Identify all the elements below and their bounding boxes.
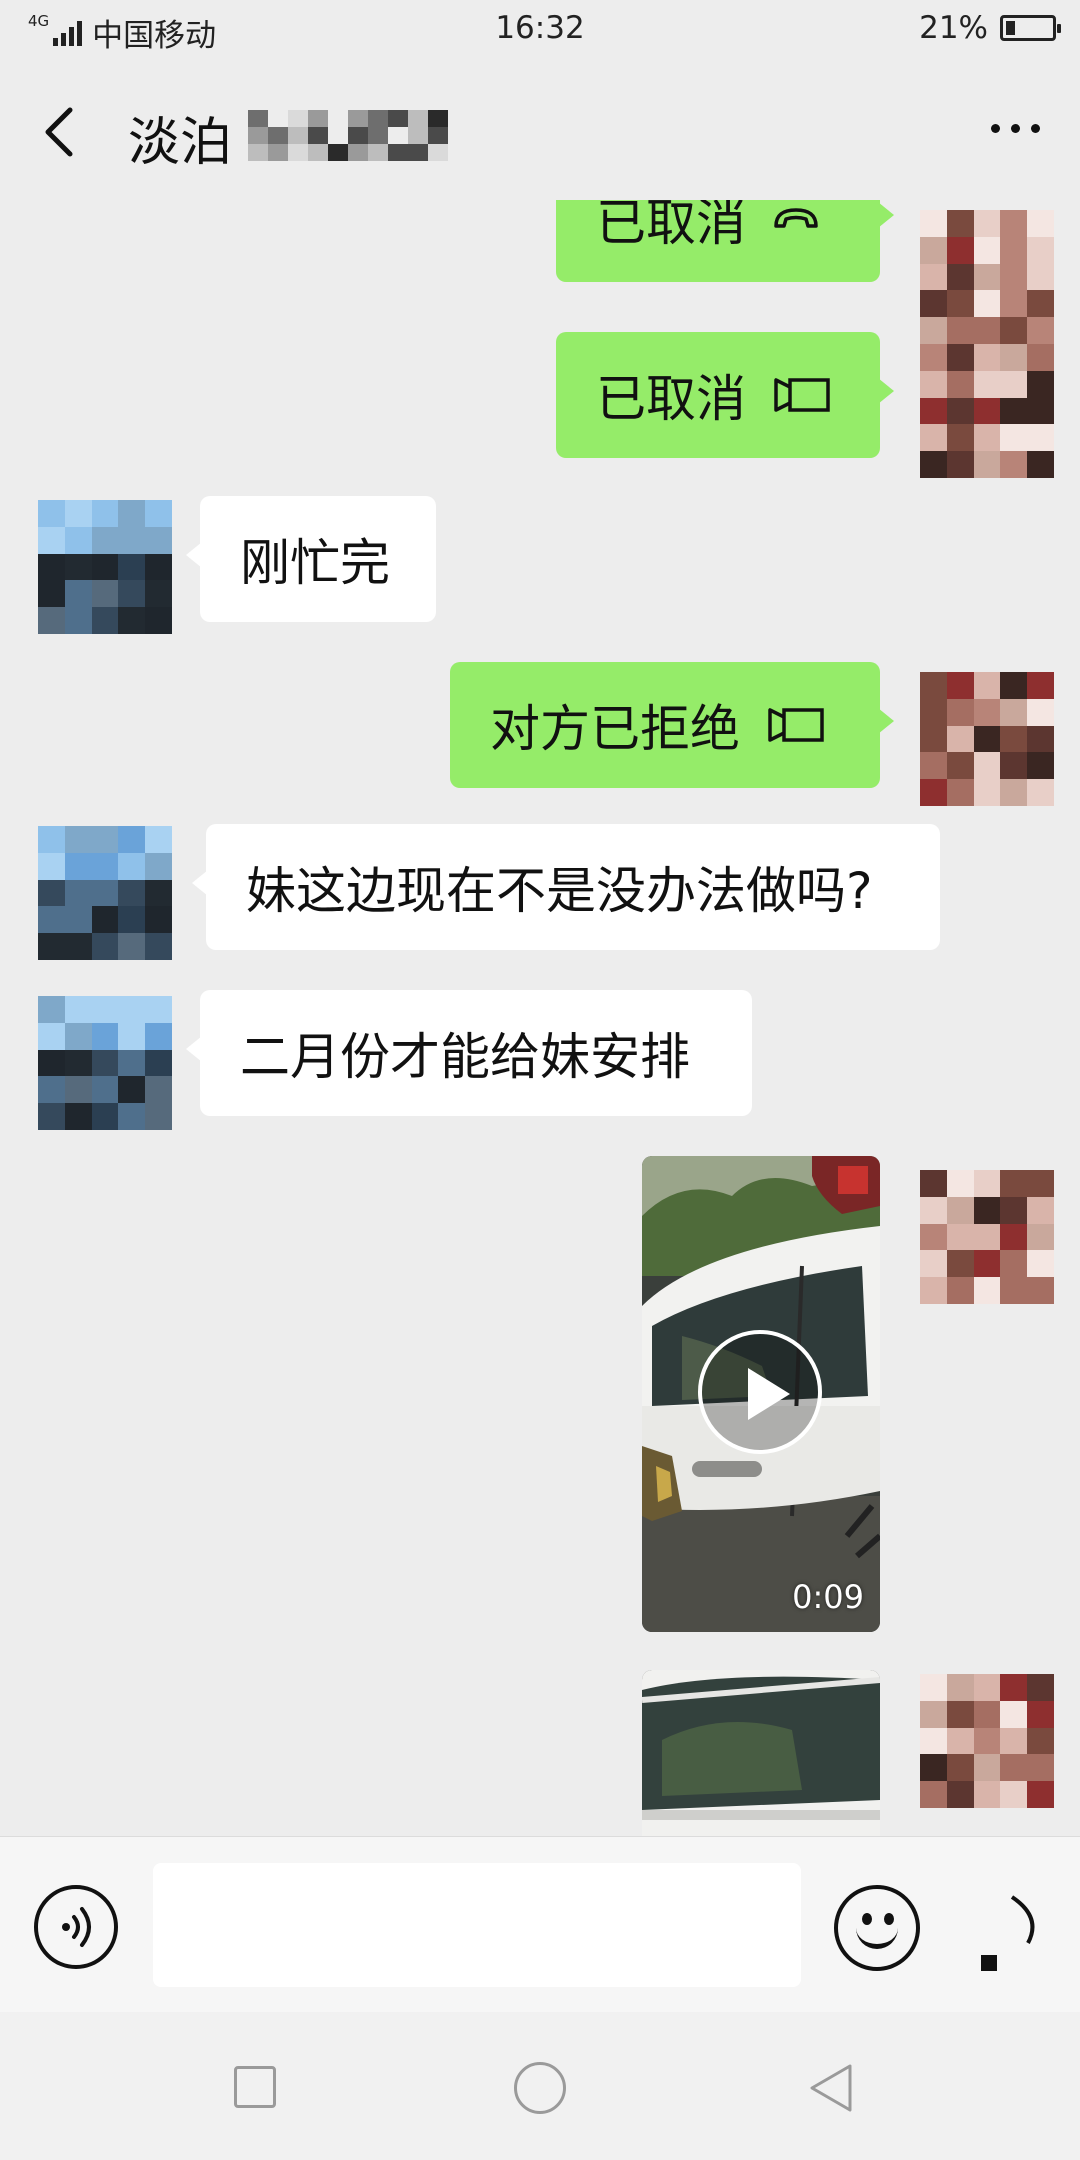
avatar[interactable]: [38, 500, 172, 634]
avatar[interactable]: [920, 210, 1054, 344]
message-text: 已取消: [596, 370, 746, 428]
chat-header: 淡泊: [0, 60, 1080, 200]
back-icon[interactable]: [806, 2062, 856, 2114]
message-bubble-call-canceled[interactable]: 已取消: [556, 332, 894, 458]
system-nav-bar: [0, 2012, 1080, 2160]
message-text: 对方已拒绝: [490, 700, 740, 758]
chat-title[interactable]: 淡泊: [128, 100, 232, 175]
avatar[interactable]: [920, 344, 1054, 478]
avatar[interactable]: [920, 1170, 1054, 1304]
message-bubble-call-rejected[interactable]: 对方已拒绝: [450, 662, 894, 788]
video-call-icon: [772, 377, 832, 413]
back-button[interactable]: [40, 104, 80, 160]
more-dots-icon: [991, 124, 1000, 133]
plus-icon: [981, 1895, 1035, 1971]
message-list[interactable]: 已取消 已取消 刚忙完 对方已拒绝 妹这边现在不是没办法做吗? 二月份才能给妹安…: [0, 200, 1080, 1836]
message-bubble-text[interactable]: 二月份才能给妹安排: [186, 990, 752, 1116]
message-bubble-call-canceled[interactable]: 已取消: [556, 200, 894, 282]
voice-mode-button[interactable]: [34, 1885, 118, 1969]
chevron-left-icon: [45, 107, 73, 157]
battery-icon: [1000, 15, 1061, 41]
video-message[interactable]: 0:09: [642, 1156, 880, 1632]
more-options-button[interactable]: [968, 1887, 1052, 1977]
avatar[interactable]: [38, 826, 172, 960]
message-text: 二月份才能给妹安排: [240, 1028, 690, 1086]
home-icon[interactable]: [514, 2062, 566, 2114]
status-right: 21%: [919, 10, 1061, 46]
emoji-button[interactable]: [834, 1885, 920, 1971]
message-input[interactable]: [153, 1863, 801, 1987]
name-mosaic: [248, 110, 448, 162]
avatar[interactable]: [920, 1674, 1054, 1808]
phone-hangup-icon: [772, 204, 820, 234]
video-message[interactable]: [642, 1670, 880, 1836]
message-bubble-text[interactable]: 妹这边现在不是没办法做吗?: [192, 824, 940, 950]
play-icon[interactable]: [698, 1330, 822, 1454]
video-duration: 0:09: [792, 1578, 864, 1616]
avatar[interactable]: [38, 996, 172, 1130]
message-text: 刚忙完: [240, 534, 390, 592]
status-bar: 4G 中国移动 16:32 21%: [0, 0, 1080, 56]
message-text: 妹这边现在不是没办法做吗?: [246, 862, 873, 920]
input-bar: [0, 1836, 1080, 2012]
more-button[interactable]: [991, 124, 1040, 133]
status-time: 16:32: [495, 10, 585, 46]
avatar[interactable]: [920, 672, 1054, 806]
message-text: 已取消: [596, 200, 746, 252]
video-call-icon: [766, 707, 826, 743]
message-bubble-text[interactable]: 刚忙完: [186, 496, 436, 622]
battery-percent: 21%: [919, 10, 988, 46]
voice-mode-icon: [62, 1907, 91, 1947]
video-thumbnail: [642, 1670, 880, 1836]
battery-fill: [1006, 21, 1015, 35]
recent-apps-icon[interactable]: [234, 2066, 276, 2108]
